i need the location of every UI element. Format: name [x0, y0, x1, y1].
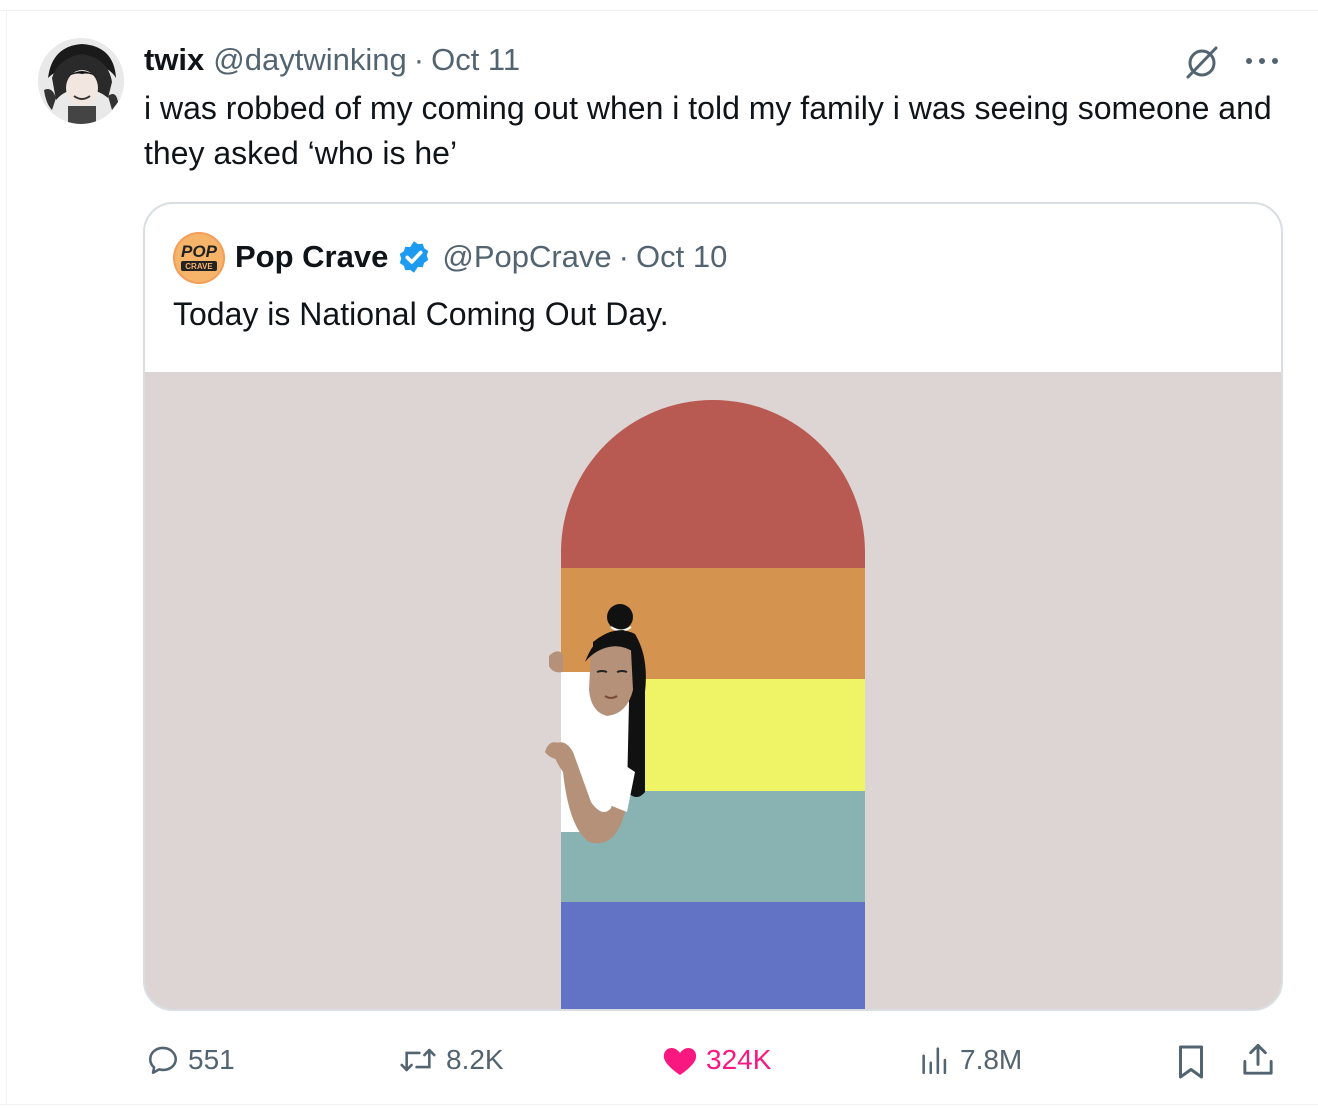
like-count: 324K [706, 1044, 772, 1075]
share-icon [1243, 1043, 1273, 1075]
reply-icon [148, 1046, 178, 1075]
frame-bottom-border [0, 1104, 1318, 1105]
frame-left-border [6, 10, 7, 1104]
quoted-avatar[interactable]: POP CRAVE [173, 232, 225, 284]
tweet-text: i was robbed of my coming out when i tol… [144, 90, 1272, 171]
repost-button[interactable]: 8.2K [398, 1040, 504, 1080]
dot-icon [1259, 58, 1265, 64]
separator: · [618, 239, 629, 274]
svg-text:CRAVE: CRAVE [185, 262, 213, 271]
reply-button[interactable]: 551 [146, 1040, 235, 1080]
profile-photo-icon [38, 38, 124, 124]
more-options-icon[interactable] [1240, 46, 1284, 76]
dot-icon [1246, 58, 1252, 64]
verified-badge-icon [400, 241, 429, 273]
quoted-media-image[interactable] [145, 372, 1281, 1009]
avatar[interactable] [38, 38, 124, 124]
views-chart-icon [922, 1047, 947, 1075]
svg-text:POP: POP [181, 242, 218, 261]
reply-count: 551 [188, 1044, 235, 1075]
author-handle[interactable]: @daytwinking [213, 42, 406, 78]
author-name[interactable]: twix [144, 42, 204, 78]
like-button[interactable]: 324K [662, 1040, 771, 1080]
repost-icon [400, 1048, 436, 1072]
heart-filled-icon [663, 1048, 697, 1075]
quoted-date[interactable]: Oct 10 [636, 239, 727, 275]
bookmark-button[interactable] [1175, 1042, 1207, 1082]
views-count: 7.8M [960, 1044, 1023, 1075]
grok-icon[interactable] [1182, 44, 1222, 80]
bookmark-icon [1179, 1045, 1203, 1079]
quoted-text: Today is National Coming Out Day. [173, 296, 669, 332]
quoted-tweet[interactable]: POP CRAVE Pop Crave @PopCrave · Oct 10 T… [143, 202, 1283, 1011]
tweet-header: twix @daytwinking · Oct 11 [144, 40, 520, 80]
repost-count: 8.2K [446, 1044, 504, 1075]
views-button[interactable]: 7.8M [918, 1040, 1022, 1080]
quoted-author-handle[interactable]: @PopCrave [442, 239, 611, 275]
pop-crave-logo-icon: POP CRAVE [173, 232, 225, 284]
rainbow-doorway-illustration-icon [145, 372, 1281, 1009]
share-button[interactable] [1240, 1040, 1276, 1080]
action-bar: 551 8.2K 324K 7.8M [0, 1034, 1318, 1084]
dot-icon [1272, 58, 1278, 64]
separator: · [413, 42, 425, 77]
tweet-date[interactable]: Oct 11 [431, 42, 520, 78]
quoted-header: Pop Crave @PopCrave · Oct 10 [235, 235, 727, 279]
frame-top-border [0, 10, 1318, 11]
quoted-author-name[interactable]: Pop Crave [235, 239, 388, 275]
